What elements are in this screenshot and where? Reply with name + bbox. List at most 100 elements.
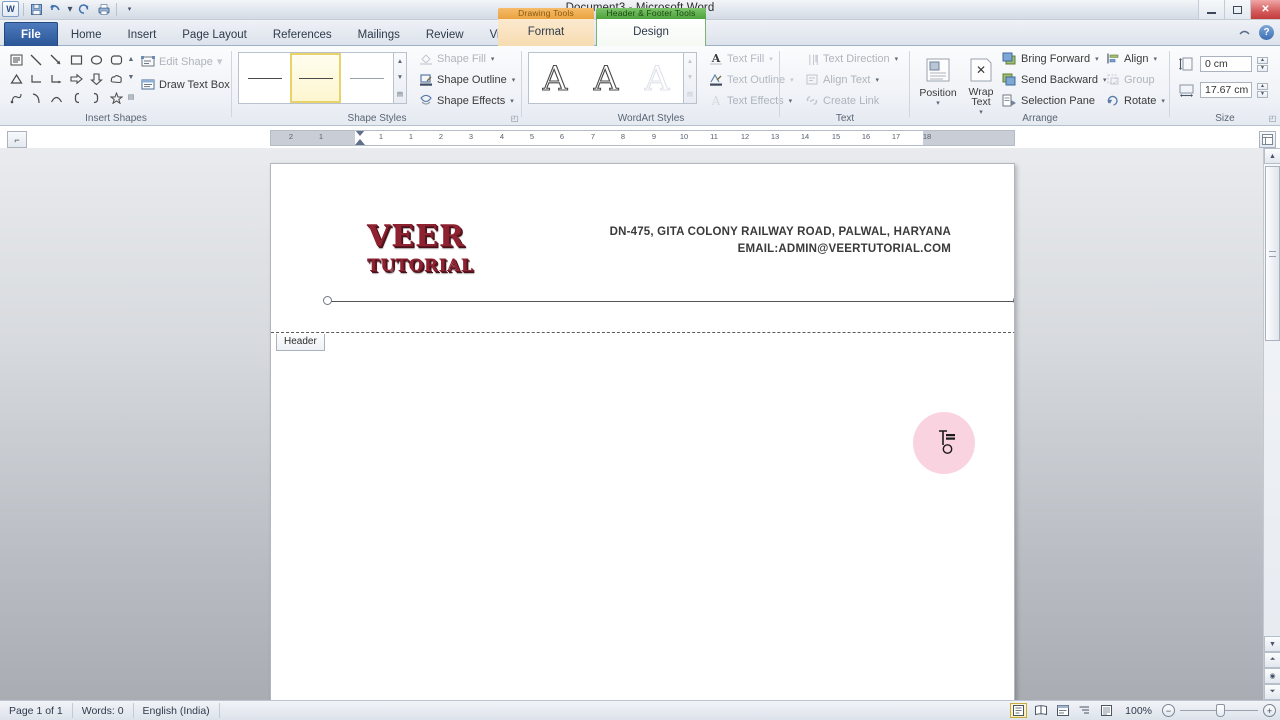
shape-fill-button[interactable]: Shape Fill ▾ [418,51,494,66]
wrap-text-button[interactable]: ✕ Wrap Text ▾ [958,50,1004,118]
shapes-more-icon[interactable]: ▤ [128,93,135,101]
tab-file[interactable]: File [4,22,58,46]
send-backward-button[interactable]: Send Backward ▾ [1002,72,1107,87]
line-shape-handle-right[interactable] [1013,296,1014,305]
freeform-shape-icon[interactable] [6,88,26,107]
scroll-up-button[interactable]: ▲ [1264,148,1280,164]
cloud-shape-icon[interactable] [106,69,126,88]
text-fill-button[interactable]: A Text Fill ▾ [708,51,773,66]
shapes-scroll-down-icon[interactable]: ▼ [128,74,135,81]
full-screen-reading-view-button[interactable] [1032,703,1049,718]
tab-insert[interactable]: Insert [115,23,170,46]
triangle-shape-icon[interactable] [6,69,26,88]
shapes-scroll-up-icon[interactable]: ▲ [128,56,135,63]
align-text-button[interactable]: Align Text ▾ [804,72,879,87]
star-shape-icon[interactable] [106,88,126,107]
more-styles-icon[interactable]: ▤ [397,90,403,98]
tab-review[interactable]: Review [413,23,477,46]
rounded-rectangle-shape-icon[interactable] [106,50,126,69]
status-word-count[interactable]: Words: 0 [73,703,134,718]
minimize-ribbon-icon[interactable] [1236,24,1252,40]
recently-used-shape-icon[interactable] [6,50,26,69]
scrollbar-thumb[interactable] [1265,166,1280,341]
stepper-up-icon[interactable]: ▲ [1257,56,1268,64]
wordart-styles-scroll[interactable]: ▲ ▼ ▤ [684,52,697,104]
next-page-button[interactable]: ⏷ [1264,684,1280,700]
vertical-scrollbar[interactable]: ▲ ▼ ⏶ ◉ ⏷ [1263,148,1280,700]
position-button[interactable]: Position ▾ [915,50,961,118]
document-canvas[interactable]: VEER TUTORIAL DN-475, GITA COLONY RAILWA… [0,148,1280,720]
outline-view-button[interactable] [1076,703,1093,718]
elbow-arrow-connector-icon[interactable] [46,69,66,88]
scroll-down-icon[interactable]: ▼ [397,74,403,81]
more-wordart-icon[interactable]: ▤ [687,90,693,98]
shape-height-stepper[interactable]: ▲ ▼ [1257,56,1268,72]
line-shape-icon[interactable] [26,50,46,69]
scroll-down-button[interactable]: ▼ [1264,636,1280,652]
shape-styles-scroll[interactable]: ▲ ▼ ▤ [394,52,407,104]
zoom-slider-thumb[interactable] [1216,704,1225,717]
shape-style-option-1[interactable] [239,53,290,103]
web-layout-view-button[interactable] [1054,703,1071,718]
right-arrow-shape-icon[interactable] [66,69,86,88]
down-arrow-shape-icon[interactable] [86,69,106,88]
hanging-indent-marker[interactable] [355,139,365,145]
shape-styles-dialog-launcher[interactable]: ◰ [510,114,519,123]
left-brace-shape-icon[interactable] [66,88,86,107]
tab-home[interactable]: Home [58,23,115,46]
stepper-up-icon[interactable]: ▲ [1257,82,1268,90]
draft-view-button[interactable] [1098,703,1115,718]
shapes-gallery-scroll[interactable]: ▲ ▼ ▤ [125,50,137,107]
header-horizontal-line-shape[interactable] [329,301,1014,302]
zoom-in-button[interactable]: + [1263,704,1276,717]
bring-forward-button[interactable]: Bring Forward ▾ [1002,51,1099,66]
status-page-indicator[interactable]: Page 1 of 1 [0,703,73,718]
align-button[interactable]: Align ▾ [1105,51,1157,66]
group-button[interactable]: Group [1105,72,1155,87]
previous-page-button[interactable]: ⏶ [1264,652,1280,668]
arrow-shape-icon[interactable] [46,50,66,69]
elbow-connector-icon[interactable] [26,69,46,88]
oval-shape-icon[interactable] [86,50,106,69]
selection-pane-button[interactable]: Selection Pane [1002,93,1095,108]
tab-page-layout[interactable]: Page Layout [169,23,260,46]
wordart-styles-gallery[interactable]: A A A [528,52,684,104]
header-logo[interactable]: VEER TUTORIAL [367,222,487,275]
first-line-indent-marker[interactable] [355,131,365,136]
wordart-style-option-1[interactable]: A [529,53,580,103]
document-page[interactable]: VEER TUTORIAL DN-475, GITA COLONY RAILWA… [270,163,1015,703]
shape-width-stepper[interactable]: ▲ ▼ [1257,82,1268,98]
edit-shape-button[interactable]: Edit Shape ▾ [140,54,222,69]
zoom-level-label[interactable]: 100% [1120,705,1157,717]
help-icon[interactable]: ? [1259,24,1274,40]
horizontal-ruler[interactable]: 2 1 1 1 2 3 4 5 6 7 8 9 10 11 12 13 14 1… [270,130,1015,146]
create-link-button[interactable]: Create Link [804,93,879,108]
curve-shape-icon[interactable] [46,88,66,107]
tab-design[interactable]: Design [596,19,706,45]
shape-width-input[interactable]: 17.67 cm [1200,82,1252,98]
shape-styles-gallery[interactable] [238,52,394,104]
tab-references[interactable]: References [260,23,345,46]
rotate-button[interactable]: Rotate ▾ [1105,93,1165,108]
scroll-up-icon[interactable]: ▲ [397,58,403,65]
stepper-down-icon[interactable]: ▼ [1257,64,1268,72]
zoom-slider-track[interactable] [1180,704,1258,717]
tab-format[interactable]: Format [498,19,594,45]
wordart-style-option-3[interactable]: A [631,53,682,103]
close-button[interactable]: ✕ [1250,0,1280,19]
shape-style-option-3[interactable] [341,53,392,103]
tab-selector-button[interactable]: ⌐ [7,131,27,148]
line-shape-handle-left[interactable] [323,296,332,305]
view-ruler-toggle-button[interactable] [1259,131,1276,148]
arc-shape-icon[interactable] [26,88,46,107]
zoom-out-button[interactable]: − [1162,704,1175,717]
rectangle-shape-icon[interactable] [66,50,86,69]
size-dialog-launcher[interactable]: ◰ [1268,114,1277,123]
stepper-down-icon[interactable]: ▼ [1257,90,1268,98]
tab-mailings[interactable]: Mailings [345,23,413,46]
right-brace-shape-icon[interactable] [86,88,106,107]
text-direction-button[interactable]: ||| Text Direction ▾ [804,51,899,66]
print-layout-view-button[interactable] [1010,703,1028,718]
scroll-down-icon[interactable]: ▼ [687,74,693,81]
shape-effects-button[interactable]: Shape Effects ▾ [418,93,514,108]
